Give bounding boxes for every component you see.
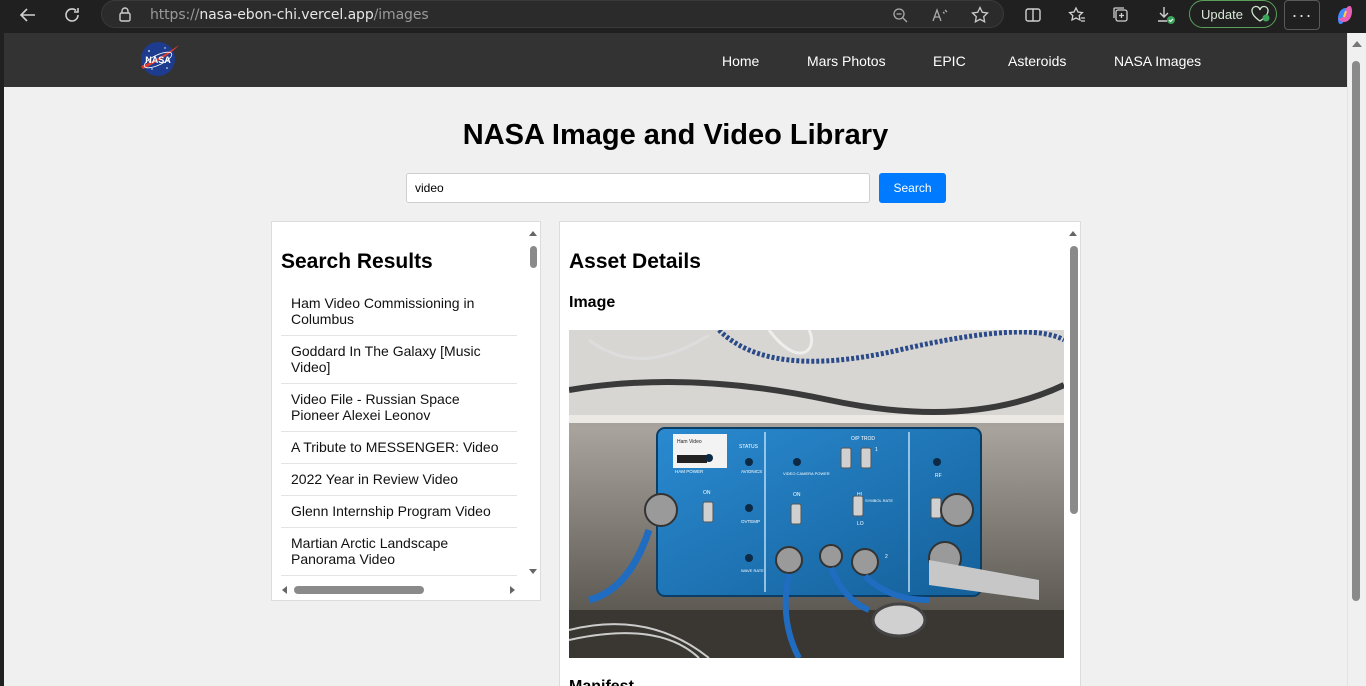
panel-on-label-1: ON [703, 490, 711, 496]
more-menu-button[interactable]: ··· [1284, 0, 1320, 30]
results-vertical-scrollbar[interactable] [526, 222, 540, 578]
result-item[interactable]: Video File - Russian Space Pioneer Alexe… [281, 384, 517, 432]
search-results-heading: Search Results [281, 250, 433, 273]
results-scroll-thumb[interactable] [530, 246, 537, 268]
panel-video-power-label: VIDEO CAMERA POWER [783, 471, 830, 476]
nav-link-asteroids[interactable]: Asteroids [1008, 53, 1066, 69]
panel-ham-power-label: HAM POWER [675, 469, 704, 474]
panel-one-label: 1 [875, 447, 878, 453]
read-aloud-icon[interactable] [930, 5, 950, 25]
page-title: NASA Image and Video Library [462, 119, 889, 151]
nav-link-nasa-images[interactable]: NASA Images [1114, 53, 1201, 69]
panel-output-label: O/P TROD [851, 436, 875, 442]
nav-link-mars-photos[interactable]: Mars Photos [807, 53, 886, 69]
panel-rf-label: RF [935, 473, 942, 479]
page-scroll-up-arrow-icon[interactable] [1352, 41, 1362, 47]
zoom-icon[interactable] [890, 5, 910, 25]
panel-two-label: 2 [885, 554, 888, 560]
panel-symbol-rate-label: SYMBOL RATE [865, 498, 893, 503]
page-scrollbar[interactable] [1347, 33, 1366, 686]
panel-tag-text: Ham Video [677, 439, 702, 445]
panel-wave-rate-label: WAVE RATE [741, 568, 764, 573]
url-text: https://nasa-ebon-chi.vercel.app/images [150, 7, 429, 23]
nasa-logo-text: NASA [145, 55, 171, 65]
favorites-icon[interactable] [1062, 0, 1092, 30]
search-button[interactable]: Search [879, 173, 946, 203]
result-item[interactable]: Ham Video Commissioning in Columbus [281, 288, 517, 336]
browser-toolbar: https://nasa-ebon-chi.vercel.app/images … [0, 0, 1366, 33]
nasa-logo[interactable]: NASA [138, 40, 180, 78]
panel-lo-label: LO [857, 521, 864, 527]
url-host: nasa-ebon-chi.vercel.app [199, 7, 374, 23]
panel-on-label-2: ON [793, 492, 801, 498]
metadata-heading: Manifest [569, 678, 634, 686]
image-heading: Image [569, 294, 616, 311]
update-button[interactable]: Update [1189, 0, 1277, 28]
asset-details-panel: Asset Details Image Ham Video STATUS O/P… [559, 221, 1081, 686]
results-horizontal-scrollbar[interactable] [272, 580, 528, 600]
scroll-left-arrow-icon[interactable] [282, 586, 287, 594]
split-screen-icon[interactable] [1018, 0, 1048, 30]
result-item[interactable]: Martian Arctic Landscape Panorama Video [281, 528, 517, 576]
favorite-star-icon[interactable] [970, 5, 990, 25]
panel-ovtemp-label: OVTEMP [741, 519, 760, 524]
page-scroll-thumb[interactable] [1352, 61, 1360, 601]
refresh-icon[interactable] [57, 0, 87, 30]
url-scheme: https:// [150, 7, 200, 23]
search-results-panel: Search Results Ham Video Commissioning i… [271, 221, 541, 601]
details-vertical-scrollbar[interactable] [1066, 222, 1080, 686]
collections-icon[interactable] [1106, 0, 1136, 30]
lock-icon [118, 6, 132, 27]
page-viewport: NASA Home Mars Photos EPIC Asteroids NAS… [4, 33, 1347, 686]
result-item[interactable]: Goddard In The Galaxy [Music Video] [281, 336, 517, 384]
back-icon[interactable] [13, 0, 43, 30]
details-scroll-up-arrow-icon[interactable] [1069, 231, 1077, 236]
result-item[interactable]: A Tribute to MESSENGER: Video [281, 432, 517, 464]
nav-link-epic[interactable]: EPIC [933, 53, 966, 69]
search-input[interactable] [406, 173, 870, 203]
scroll-up-arrow-icon[interactable] [529, 231, 537, 236]
asset-details-heading: Asset Details [569, 250, 701, 273]
nav-link-home[interactable]: Home [722, 53, 759, 69]
copilot-icon[interactable] [1330, 0, 1360, 30]
result-item[interactable]: Glenn Internship Program Video [281, 496, 517, 528]
site-navbar: NASA Home Mars Photos EPIC Asteroids NAS… [4, 33, 1347, 87]
search-results-list: Ham Video Commissioning in Columbus Godd… [281, 288, 517, 576]
panel-status-label: STATUS [739, 444, 759, 450]
details-scroll-thumb[interactable] [1070, 246, 1078, 514]
heart-pulse-icon [1250, 5, 1270, 26]
downloads-icon[interactable] [1151, 0, 1181, 30]
more-label: ··· [1291, 4, 1313, 25]
url-path: /images [373, 7, 429, 23]
scroll-down-arrow-icon[interactable] [529, 569, 537, 574]
scroll-right-arrow-icon[interactable] [510, 586, 515, 594]
address-bar[interactable]: https://nasa-ebon-chi.vercel.app/images [101, 0, 1004, 28]
results-hscroll-thumb[interactable] [294, 586, 424, 594]
asset-image: Ham Video STATUS O/P TROD HAM POWER AVIO… [569, 330, 1064, 658]
result-item[interactable]: 2022 Year in Review Video [281, 464, 517, 496]
panel-avionics-label: AVIONICS [741, 469, 762, 474]
update-label: Update [1201, 6, 1243, 22]
